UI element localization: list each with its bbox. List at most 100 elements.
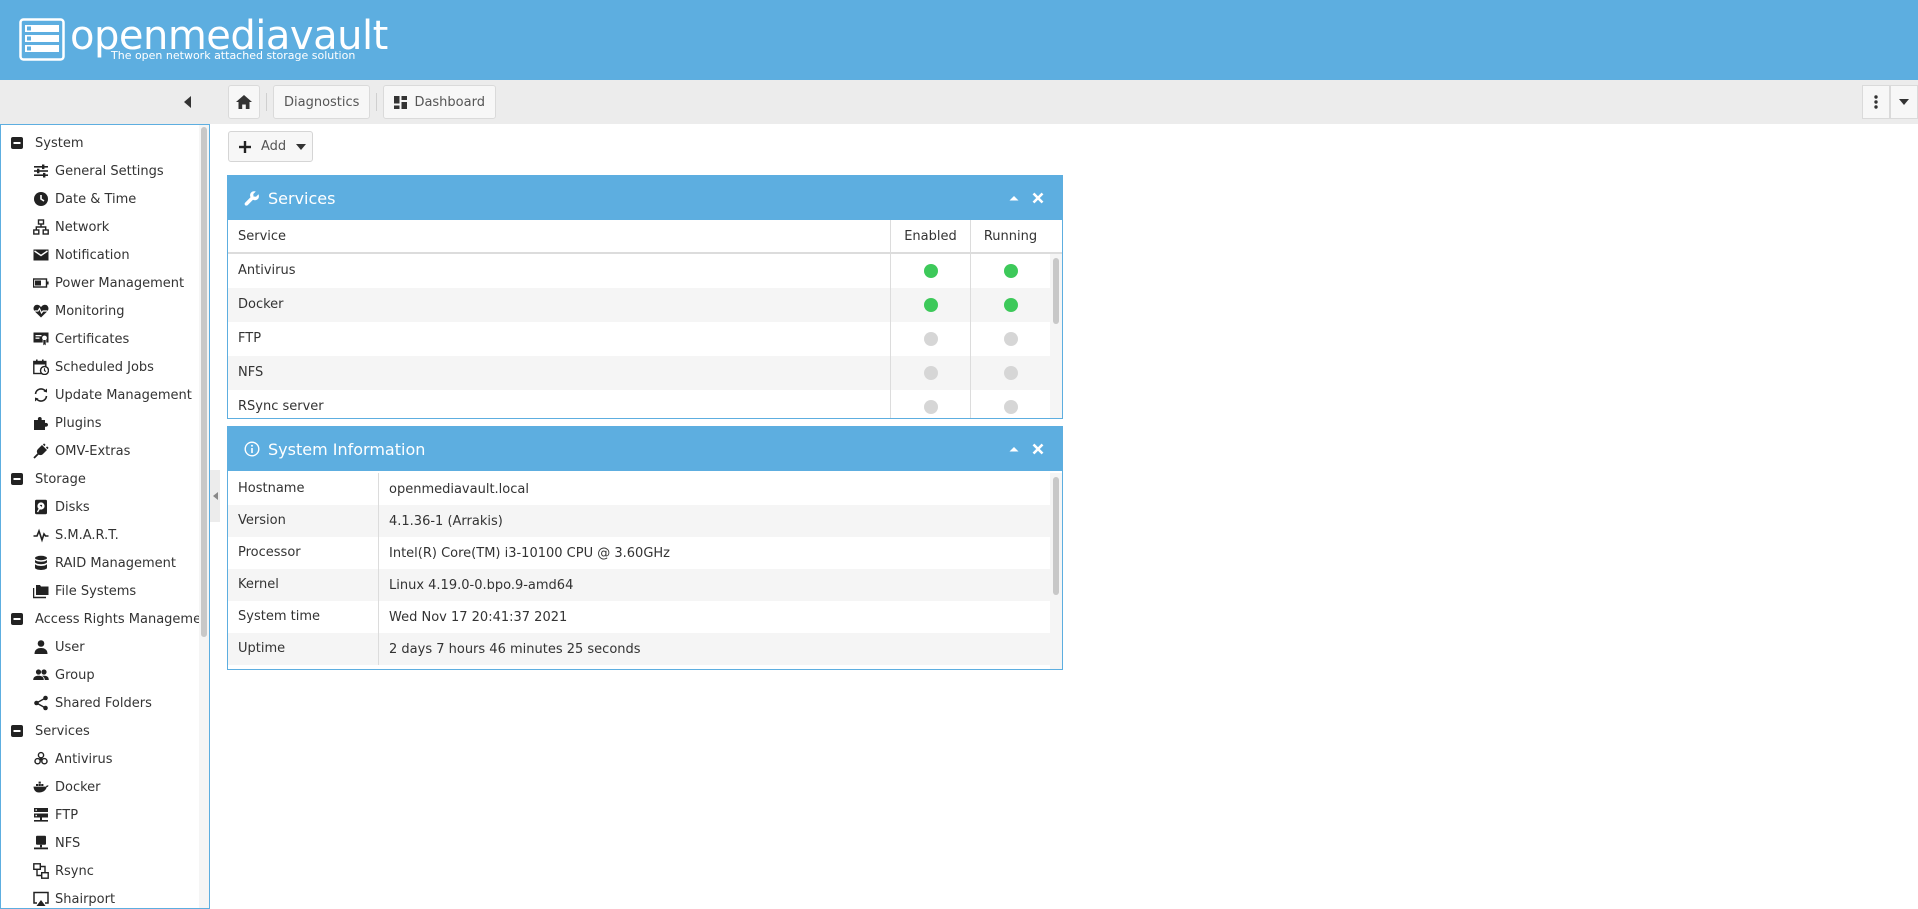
table-row[interactable]: Docker [228, 288, 1050, 322]
service-name: RSync server [238, 399, 324, 414]
sidebar-group-storage[interactable]: Storage [1, 465, 201, 493]
enabled-cell [890, 390, 970, 418]
toolbar-right-actions [1862, 85, 1918, 119]
running-cell [970, 322, 1050, 356]
table-row[interactable]: FTP [228, 322, 1050, 356]
sidebar-item-rsync[interactable]: Rsync [1, 857, 201, 885]
table-row[interactable]: NFS [228, 356, 1050, 390]
toolbar: Diagnostics Dashboard [0, 80, 1918, 124]
sidebar-item-power-management[interactable]: Power Management [1, 269, 201, 297]
user-icon [34, 640, 48, 654]
table-row[interactable]: Uptime 2 days 7 hours 46 minutes 25 seco… [228, 633, 1050, 665]
sidebar-item-scheduled-jobs[interactable]: Scheduled Jobs [1, 353, 201, 381]
services-scrollbar-thumb[interactable] [1053, 258, 1059, 324]
sidebar-item-raid-management[interactable]: RAID Management [1, 549, 201, 577]
breadcrumb-dashboard[interactable]: Dashboard [383, 85, 496, 119]
collapse-up-icon[interactable] [1006, 190, 1022, 206]
plus-icon [239, 140, 251, 153]
battery-icon [33, 278, 49, 288]
add-widget-button[interactable]: Add [228, 131, 313, 162]
collapse-sidebar-button[interactable] [176, 92, 200, 112]
sidebar-item-docker[interactable]: Docker [1, 773, 201, 801]
sidebar-item-certificates[interactable]: Certificates [1, 325, 201, 353]
sidebar-group-services[interactable]: Services [1, 717, 201, 745]
system-information-widget-header[interactable]: System Information [228, 427, 1062, 471]
sidebar-item-ftp[interactable]: FTP [1, 801, 201, 829]
system-information-widget-title: System Information [268, 439, 426, 459]
info-key: Processor [238, 545, 301, 560]
sidebar-item-general-settings[interactable]: General Settings [1, 157, 201, 185]
collapse-minus-icon[interactable] [11, 613, 23, 625]
sidebar-item-label: RAID Management [55, 555, 177, 571]
network-icon [33, 219, 49, 235]
sidebar-item-shared-folders[interactable]: Shared Folders [1, 689, 201, 717]
table-row[interactable]: Processor Intel(R) Core(TM) i3-10100 CPU… [228, 537, 1050, 569]
sidebar-item-label: FTP [55, 807, 79, 823]
column-header-enabled[interactable]: Enabled [890, 220, 970, 252]
table-row[interactable]: Kernel Linux 4.19.0-0.bpo.9-amd64 [228, 569, 1050, 601]
table-row[interactable]: System time Wed Nov 17 20:41:37 2021 [228, 601, 1050, 633]
enabled-cell [890, 288, 970, 322]
collapse-minus-icon[interactable] [11, 725, 23, 737]
sidebar-item-disks[interactable]: Disks [1, 493, 201, 521]
group-icon [33, 669, 49, 680]
sidebar-item-file-systems[interactable]: File Systems [1, 577, 201, 605]
dots-vertical-icon [1874, 95, 1878, 109]
sidebar-item-label: Notification [55, 247, 130, 263]
sidebar-scrollbar-thumb[interactable] [201, 127, 207, 637]
sidebar-item-label: Plugins [55, 415, 102, 431]
column-header-service[interactable]: Service [238, 220, 286, 252]
sidebar-group-access-rights-management[interactable]: Access Rights Management [1, 605, 209, 633]
sidebar-item-update-management[interactable]: Update Management [1, 381, 201, 409]
close-icon[interactable] [1030, 441, 1046, 457]
sidebar-item-antivirus[interactable]: Antivirus [1, 745, 201, 773]
table-row[interactable]: Antivirus [228, 254, 1050, 288]
collapse-minus-icon[interactable] [11, 473, 23, 485]
sidebar-splitter-handle[interactable] [210, 470, 220, 522]
close-icon[interactable] [1030, 190, 1046, 206]
services-widget-header[interactable]: Services [228, 176, 1062, 220]
sidebar-group-system[interactable]: System [1, 129, 201, 157]
dashboard-icon [394, 95, 408, 109]
info-key: Hostname [238, 481, 305, 496]
collapse-minus-icon[interactable] [11, 137, 23, 149]
table-row[interactable]: Version 4.1.36-1 (Arrakis) [228, 505, 1050, 537]
user-menu-dropdown-button[interactable] [1890, 85, 1918, 119]
airplay-icon [33, 891, 49, 906]
caret-down-icon [296, 143, 307, 150]
breadcrumb-home-button[interactable] [228, 85, 260, 119]
sidebar-item-label: Update Management [55, 387, 192, 403]
sidebar-item-plugins[interactable]: Plugins [1, 409, 201, 437]
system-information-scrollbar-thumb[interactable] [1053, 477, 1059, 595]
sidebar-item-omv-extras[interactable]: OMV-Extras [1, 437, 201, 465]
folders-icon [33, 585, 49, 599]
sidebar-item-nfs[interactable]: NFS [1, 829, 201, 857]
more-options-button[interactable] [1862, 85, 1890, 119]
info-key: Uptime [238, 641, 286, 656]
sidebar-item-label: Docker [55, 779, 101, 795]
info-value: Linux 4.19.0-0.bpo.9-amd64 [378, 569, 1050, 601]
sidebar-item-shairport[interactable]: Shairport [1, 885, 201, 908]
table-row[interactable]: Hostname openmediavault.local [228, 473, 1050, 505]
sidebar-item-user[interactable]: User [1, 633, 201, 661]
sidebar-item-smart[interactable]: S.M.A.R.T. [1, 521, 201, 549]
sidebar-item-notification[interactable]: Notification [1, 241, 201, 269]
sidebar-item-network[interactable]: Network [1, 213, 201, 241]
running-cell [970, 288, 1050, 322]
collapse-up-icon[interactable] [1006, 441, 1022, 457]
enabled-cell [890, 322, 970, 356]
running-cell [970, 390, 1050, 418]
column-header-running[interactable]: Running [970, 220, 1050, 252]
breadcrumb: Diagnostics Dashboard [228, 85, 496, 119]
sidebar-item-date-time[interactable]: Date & Time [1, 185, 201, 213]
sidebar-item-label: General Settings [55, 163, 164, 179]
table-row[interactable]: RSync server [228, 390, 1050, 418]
sidebar-item-label: User [55, 639, 85, 655]
status-dot-enabled [923, 366, 938, 380]
sidebar-group-label: Storage [35, 471, 86, 487]
sidebar-item-monitoring[interactable]: Monitoring [1, 297, 201, 325]
breadcrumb-diagnostics[interactable]: Diagnostics [273, 85, 371, 119]
sidebar-item-group[interactable]: Group [1, 661, 201, 689]
running-cell [970, 254, 1050, 288]
navigation-sidebar: System General Settings Date & Time Netw… [0, 124, 210, 909]
